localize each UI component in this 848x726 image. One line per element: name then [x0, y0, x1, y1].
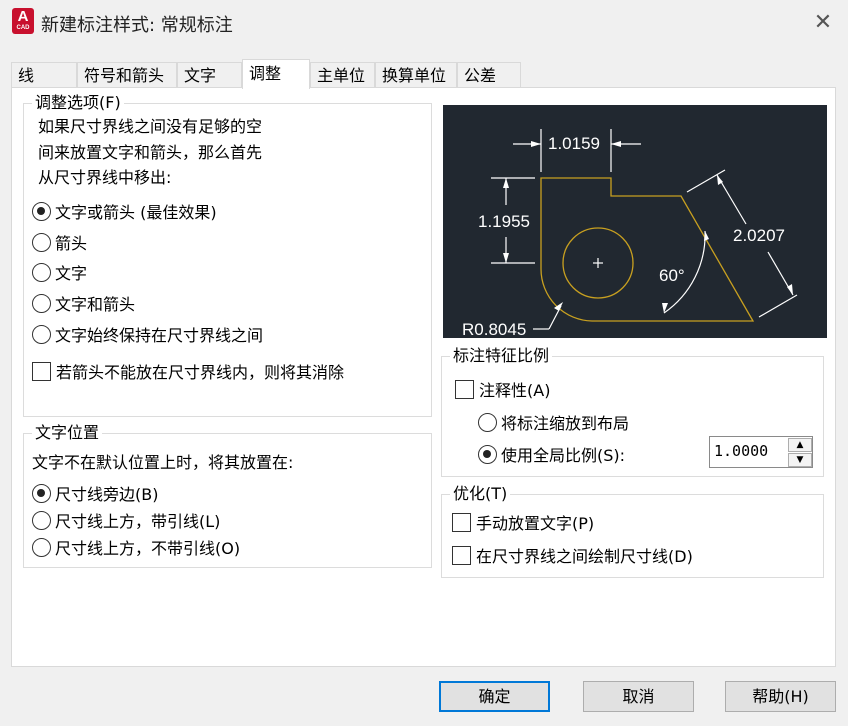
checkbox-box[interactable] [452, 545, 471, 565]
dim-label-angle: 60° [659, 266, 685, 285]
global-scale-input[interactable]: 1.0000 [714, 442, 768, 460]
dim-label-right: 2.0207 [733, 226, 785, 245]
radio-indicator[interactable] [32, 293, 51, 313]
radio-global-scale[interactable]: 使用全局比例(S): [478, 442, 625, 466]
radio-indicator[interactable] [32, 537, 51, 557]
checkbox-label: 注释性(A) [479, 381, 551, 400]
radio-scale-to-layout[interactable]: 将标注缩放到布局 [478, 410, 629, 434]
fit-description-line-2: 间来放置文字和箭头，那么首先 [38, 143, 263, 162]
global-scale-spinner[interactable]: 1.0000 ▲ ▼ [709, 436, 813, 468]
radio-label: 文字或箭头 (最佳效果) [55, 203, 217, 222]
radio-indicator[interactable] [478, 444, 497, 464]
fit-description-line-3: 从尺寸界线中移出: [38, 168, 172, 187]
part-outline [540, 177, 755, 322]
radio-label: 尺寸线上方，带引线(L) [55, 512, 221, 531]
radio-keep-text-between[interactable]: 文字始终保持在尺寸界线之间 [32, 322, 263, 346]
radio-over-with-leader[interactable]: 尺寸线上方，带引线(L) [32, 508, 220, 532]
radio-over-without-leader[interactable]: 尺寸线上方，不带引线(O) [32, 535, 240, 559]
dim-label-radius: R0.8045 [462, 320, 526, 338]
checkbox-label: 若箭头不能放在尺寸界线内，则将其消除 [56, 363, 345, 382]
radio-indicator[interactable] [32, 262, 51, 282]
tab-lines[interactable]: 线 [11, 62, 77, 88]
dimension-preview: 1.0159 1.1955 2.0207 60° R0.8045 [443, 105, 827, 339]
tab-text[interactable]: 文字 [177, 62, 242, 88]
checkbox-annotative[interactable]: 注释性(A) [455, 377, 550, 401]
close-icon[interactable]: ✕ [808, 8, 838, 38]
radio-indicator[interactable] [478, 412, 497, 432]
radio-text-and-arrows[interactable]: 文字和箭头 [32, 291, 135, 315]
tab-tolerances[interactable]: 公差 [457, 62, 521, 88]
autocad-logo-icon: A CAD [12, 8, 34, 34]
radio-beside-dim-line[interactable]: 尺寸线旁边(B) [32, 481, 158, 505]
tab-alternate-units[interactable]: 换算单位 [375, 62, 457, 88]
cancel-button[interactable]: 取消 [583, 681, 694, 712]
checkbox-place-text-manually[interactable]: 手动放置文字(P) [452, 510, 594, 534]
fine-tuning-legend: 优化(T) [450, 484, 511, 504]
checkbox-box[interactable] [32, 361, 51, 381]
text-placement-legend: 文字位置 [32, 423, 103, 443]
radio-label: 文字始终保持在尺寸界线之间 [55, 326, 264, 345]
tab-symbols-arrows[interactable]: 符号和箭头 [77, 62, 177, 88]
checkbox-suppress-arrows[interactable]: 若箭头不能放在尺寸界线内，则将其消除 [32, 359, 344, 383]
radio-label: 使用全局比例(S): [501, 446, 626, 465]
preview-drawing: 1.0159 1.1955 2.0207 60° R0.8045 [462, 129, 798, 339]
ok-button[interactable]: 确定 [439, 681, 550, 712]
checkbox-label: 在尺寸界线之间绘制尺寸线(D) [476, 547, 693, 566]
tab-primary-units[interactable]: 主单位 [310, 62, 375, 88]
checkbox-label: 手动放置文字(P) [476, 514, 595, 533]
radio-indicator[interactable] [32, 232, 51, 252]
radio-label: 将标注缩放到布局 [501, 414, 630, 433]
fit-options-legend: 调整选项(F) [32, 93, 124, 113]
radio-label: 文字 [55, 264, 88, 283]
checkbox-box[interactable] [455, 379, 474, 399]
checkbox-draw-dim-line-between[interactable]: 在尺寸界线之间绘制尺寸线(D) [452, 543, 693, 567]
radio-indicator[interactable] [32, 201, 51, 221]
checkbox-box[interactable] [452, 512, 471, 532]
radio-label: 尺寸线上方，不带引线(O) [55, 539, 241, 558]
fit-description-line-1: 如果尺寸界线之间没有足够的空 [38, 117, 263, 136]
tab-fit[interactable]: 调整 [242, 59, 310, 89]
radio-label: 文字和箭头 [55, 295, 136, 314]
dim-label-left: 1.1955 [478, 212, 530, 231]
radio-indicator[interactable] [32, 483, 51, 503]
spin-down-icon[interactable]: ▼ [788, 453, 812, 467]
radio-text[interactable]: 文字 [32, 260, 87, 284]
window-title: 新建标注样式: 常规标注 [41, 15, 233, 36]
help-button[interactable]: 帮助(H) [725, 681, 836, 712]
radio-label: 箭头 [55, 234, 88, 253]
radio-arrows[interactable]: 箭头 [32, 230, 87, 254]
title-bar: A CAD 新建标注样式: 常规标注 ✕ [0, 0, 848, 46]
scale-legend: 标注特征比例 [450, 346, 553, 366]
radio-label: 尺寸线旁边(B) [55, 485, 159, 504]
spin-up-icon[interactable]: ▲ [788, 438, 812, 452]
dim-label-top: 1.0159 [548, 134, 600, 153]
radio-indicator[interactable] [32, 510, 51, 530]
radio-indicator[interactable] [32, 324, 51, 344]
radio-text-or-arrows[interactable]: 文字或箭头 (最佳效果) [32, 199, 217, 223]
text-placement-description: 文字不在默认位置上时，将其放置在: [32, 453, 294, 472]
